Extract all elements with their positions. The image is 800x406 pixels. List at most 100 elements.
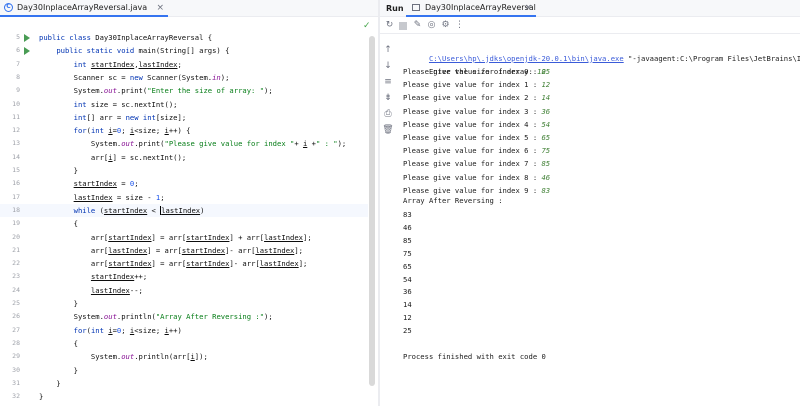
line-number: 15 [12, 166, 20, 174]
code-text: arr[i] = sc.nextInt(); [39, 152, 187, 162]
run-header: Run Day30InplaceArrayReversal × [380, 0, 800, 17]
settings-icon[interactable]: ⚙ [440, 20, 451, 31]
line-number: 16 [12, 179, 20, 188]
code-text: { [39, 219, 78, 229]
code-line[interactable]: 5 public class Day30InplaceArrayReversal … [0, 31, 368, 44]
code-line[interactable]: 14 arr[i] = sc.nextInt(); [0, 151, 368, 164]
code-line[interactable]: 31 } [0, 377, 368, 390]
output-value: 12 [403, 313, 412, 323]
print-icon[interactable]: ⎙ [382, 108, 394, 120]
code-line[interactable]: 9 System.out.print("Enter the size of ar… [0, 84, 368, 97]
code-line[interactable]: 25 } [0, 297, 368, 310]
code-text: } [39, 299, 78, 308]
line-number: 7 [16, 59, 20, 68]
index-input-value: 65 [541, 133, 551, 142]
line-number: 12 [12, 126, 20, 135]
index-prompt-line: Please give value for index 7 : 85 [403, 157, 550, 171]
index-prompt-text: Please give value for index 1 : [403, 80, 542, 90]
code-line[interactable]: 32} [0, 390, 368, 403]
close-icon[interactable]: × [156, 3, 164, 13]
line-number: 20 [12, 232, 20, 241]
scroll-down-icon[interactable]: ↓ [382, 60, 394, 72]
code-line[interactable]: 24 lastIndex--; [0, 284, 368, 297]
line-number: 25 [12, 299, 20, 307]
code-line[interactable]: 11 int[] arr = new int[size]; [0, 111, 368, 124]
index-prompt-text: Please give value for index 2 : [403, 93, 542, 103]
run-tab-label: Day30InplaceArrayReversal [425, 3, 536, 12]
code-line[interactable]: 16 startIndex = 0; [0, 177, 368, 190]
index-input-value: 46 [541, 172, 551, 182]
index-input-value: 83 [541, 185, 551, 195]
code-line[interactable]: 12 for(int i=0; i<size; i++) { [0, 124, 368, 137]
line-number: 23 [12, 272, 20, 281]
code-line[interactable]: 21 arr[lastIndex] = arr[startIndex]- arr… [0, 244, 368, 257]
run-gutter-icon[interactable] [24, 34, 30, 42]
code-area[interactable]: 5 public class Day30InplaceArrayReversal … [0, 17, 378, 406]
code-text: for(int i=0; i<size; i++) [73, 325, 182, 335]
code-text: } [39, 365, 78, 375]
run-config-tab[interactable]: Day30InplaceArrayReversal × [406, 0, 536, 17]
inspection-ok-icon[interactable]: ✓ [363, 21, 371, 31]
code-line[interactable]: 6 public static void main(String[] args)… [0, 44, 368, 57]
index-prompt-line: Please give value for index 5 : 65 [403, 131, 550, 145]
scroll-up-icon[interactable]: ↑ [382, 44, 394, 56]
scroll-to-end-icon[interactable]: ⇟ [382, 92, 394, 104]
editor-scrollbar[interactable] [369, 36, 375, 386]
code-line[interactable]: 23 startIndex++; [0, 270, 368, 283]
soft-wrap-icon[interactable]: ≡ [382, 76, 394, 88]
code-line[interactable]: 8 Scanner sc = new Scanner(System.in); [0, 71, 368, 84]
more-icon[interactable]: ⋮ [454, 20, 465, 31]
output-value: 36 [403, 287, 412, 297]
code-line[interactable]: 22 arr[startIndex] = arr[startIndex]- ar… [0, 257, 368, 270]
stop-icon[interactable] [399, 22, 407, 30]
run-toolbar: ↻ ✎ ◎ ⚙ ⋮ [380, 17, 800, 34]
code-text: { [39, 338, 78, 348]
line-number: 21 [12, 245, 20, 254]
code-line[interactable]: 7 int startIndex,lastIndex; [0, 58, 368, 71]
clear-icon[interactable]: 🗑 [382, 124, 394, 136]
line-number: 19 [12, 219, 20, 228]
line-number: 11 [12, 112, 20, 121]
code-text: for(int i=0; i<size; i++) { [73, 126, 191, 136]
debug-icon[interactable]: ✎ [412, 20, 423, 31]
code-text: } [39, 166, 78, 175]
line-number: 32 [12, 392, 20, 401]
camera-icon[interactable]: ◎ [426, 20, 437, 31]
code-line[interactable]: 26 System.out.println("Array After Rever… [0, 310, 368, 323]
code-line[interactable]: 15 } [0, 164, 368, 177]
output-value: 25 [403, 326, 412, 336]
code-line[interactable]: 28 { [0, 337, 368, 350]
code-line[interactable]: 18 while (startIndex < lastIndex) [0, 203, 368, 218]
code-text: arr[startIndex] = arr[startIndex]- arr[l… [39, 259, 308, 269]
code-line[interactable]: 27 for(int i=0; i<size; i++) [0, 324, 368, 337]
index-input-value: 14 [541, 93, 551, 103]
code-text: lastIndex--; [90, 285, 143, 295]
command-args: "-javaagent:C:\Program Files\JetBrains\I… [628, 53, 800, 63]
code-line[interactable]: 19 { [0, 217, 368, 230]
code-line[interactable]: 20 arr[startIndex] = arr[startIndex] + a… [0, 231, 368, 244]
code-text: arr[lastIndex] = arr[startIndex]- arr[la… [39, 245, 304, 255]
code-text: System.out.println(arr[i]); [39, 352, 208, 362]
index-input-value: 36 [541, 106, 551, 116]
code-line[interactable]: 10 int size = sc.nextInt(); [0, 98, 368, 111]
code-text: startIndex++; [90, 272, 148, 282]
line-number: 13 [12, 139, 20, 148]
close-icon[interactable]: × [524, 3, 532, 13]
line-number: 30 [12, 365, 20, 374]
code-line[interactable]: 13 System.out.print("Please give value f… [0, 137, 368, 150]
console-output[interactable]: C:\Users\hp\.jdks\openjdk-20.0.1\bin\jav… [403, 34, 800, 406]
index-prompt-text: Please give value for index 7 : [403, 159, 542, 169]
code-line[interactable]: 30 } [0, 364, 368, 377]
run-gutter-icon[interactable] [24, 47, 30, 56]
rerun-icon[interactable]: ↻ [384, 20, 395, 31]
index-prompt-line: Please give value for index 2 : 14 [403, 91, 550, 105]
index-input-value: 75 [541, 146, 551, 156]
output-value: 85 [403, 235, 412, 245]
code-text: Scanner sc = new Scanner(System.in); [39, 72, 230, 82]
line-number: 29 [12, 352, 20, 361]
code-line[interactable]: 17 lastIndex = size - 1; [0, 191, 368, 204]
code-line[interactable]: 29 System.out.println(arr[i]); [0, 350, 368, 363]
file-tab[interactable]: C Day30InplaceArrayReversal.java × [0, 0, 168, 17]
code-text: public class Day30InplaceArrayReversal { [39, 33, 213, 42]
code-editor[interactable]: C Day30InplaceArrayReversal.java × 5 publ… [0, 0, 378, 406]
